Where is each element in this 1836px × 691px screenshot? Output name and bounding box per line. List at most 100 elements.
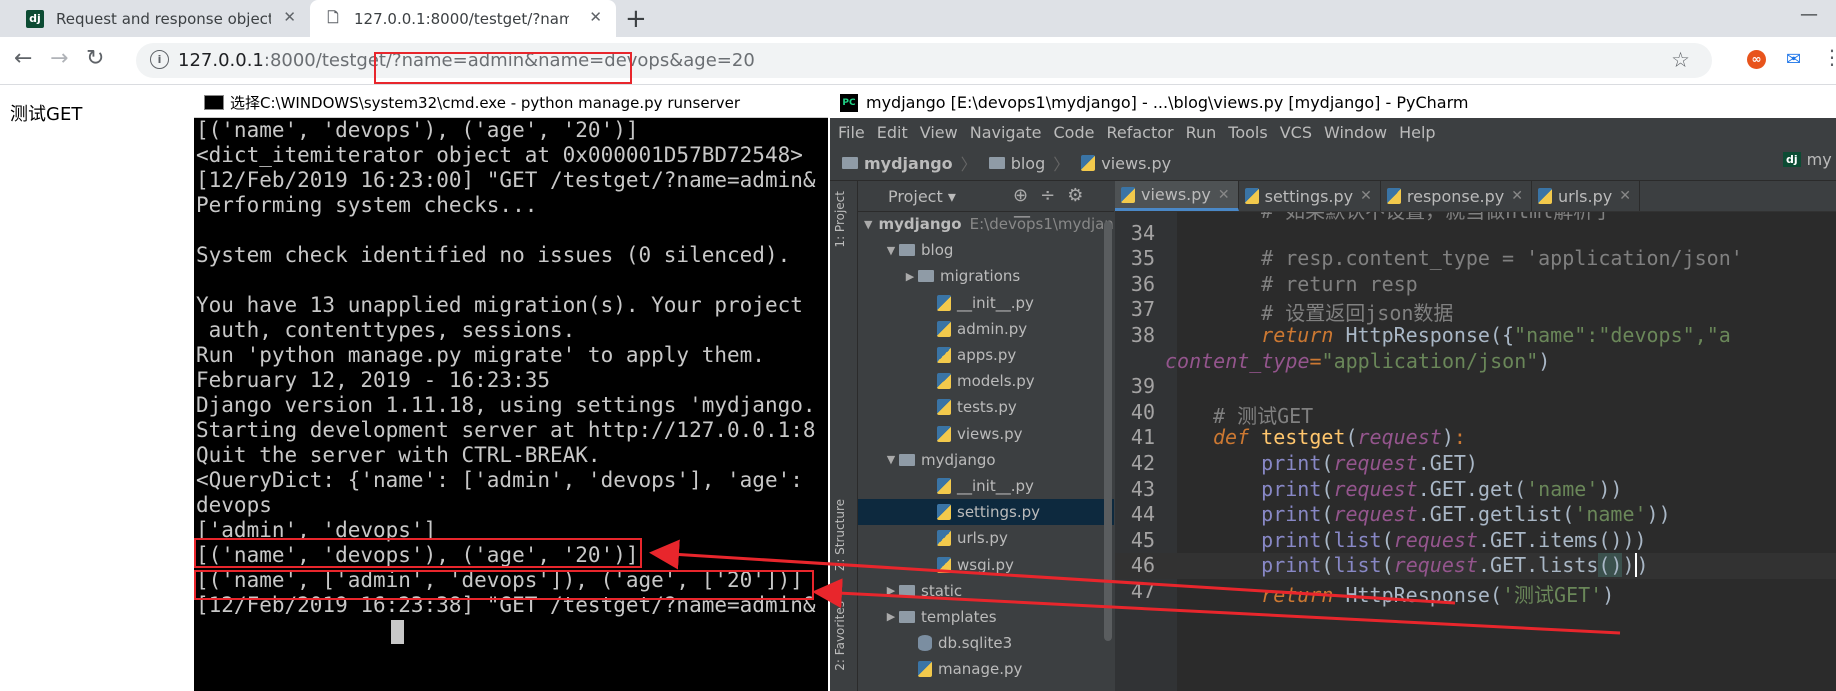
cmd-line: Performing system checks... (196, 193, 538, 217)
collapse-icon[interactable]: ÷ (1040, 185, 1067, 206)
menu-icon[interactable]: ⋮ (1822, 45, 1836, 69)
code-area[interactable]: # 如果默认不设置，就当做html解析了3435 # resp.content_… (1115, 195, 1836, 607)
close-icon[interactable]: ✕ (1360, 188, 1372, 204)
expand-down-icon[interactable]: ▼ (864, 218, 872, 231)
crumb-label: mydjango (864, 153, 953, 173)
menu-help[interactable]: Help (1399, 123, 1435, 142)
tree-item[interactable]: models.py (858, 368, 1114, 394)
tree-item[interactable]: ▶ templates (858, 604, 1114, 630)
project-view-selector[interactable]: Project ▾ (888, 187, 956, 206)
python-file-icon (937, 425, 951, 442)
expand-right-icon[interactable]: ▶ (883, 584, 899, 597)
tree-item[interactable]: wsgi.py (858, 551, 1114, 577)
folder-icon (899, 584, 915, 597)
expand-down-icon[interactable]: ▼ (883, 453, 899, 466)
tree-item[interactable]: settings.py (858, 499, 1114, 526)
tree-item[interactable]: ▼ blog (858, 237, 1114, 263)
menu-run[interactable]: Run (1186, 123, 1217, 142)
side-tab-favorites[interactable]: 2: Favorites (833, 601, 847, 671)
close-icon[interactable]: ✕ (1511, 188, 1523, 204)
close-icon[interactable]: ✕ (283, 8, 296, 26)
tree-item-label: manage.py (938, 660, 1023, 679)
close-icon[interactable]: ✕ (589, 8, 602, 26)
python-file-icon (937, 477, 951, 494)
tree-item[interactable]: views.py (858, 421, 1114, 447)
breadcrumb-blog[interactable]: blog 〉 (988, 151, 1069, 175)
breadcrumb-mydjango[interactable]: mydjango 〉 (842, 151, 977, 175)
database-icon (918, 635, 932, 652)
tree-scrollbar[interactable] (1104, 221, 1112, 641)
tree-item[interactable]: apps.py (858, 342, 1114, 368)
browser-tab-docs[interactable]: dj Request and response objects ✕ (0, 0, 310, 37)
menu-navigate[interactable]: Navigate (970, 123, 1042, 142)
expand-right-icon[interactable]: ▶ (883, 610, 899, 623)
gear-icon[interactable]: ⚙ (1067, 185, 1095, 206)
address-bar[interactable]: i 127.0.0.1:8000/testget/?name=admin&nam… (136, 43, 1712, 78)
items-output-highlight (194, 538, 642, 568)
cmd-line: [('name', 'devops'), ('age', '20')] (196, 118, 639, 142)
info-icon[interactable]: i (150, 50, 169, 69)
tree-item-label: __init__.py (957, 476, 1034, 495)
page-body-text: 测试GET (10, 104, 83, 125)
expand-down-icon[interactable]: ▼ (883, 244, 899, 257)
close-icon[interactable]: ✕ (1619, 188, 1631, 204)
menu-code[interactable]: Code (1054, 123, 1095, 142)
editor-tab[interactable]: views.py ✕ (1115, 181, 1239, 211)
cmd-window: 选择C:\WINDOWS\system32\cmd.exe - python m… (194, 87, 828, 691)
back-icon[interactable]: ← (14, 46, 32, 71)
folder-icon (842, 157, 858, 169)
new-tab-icon[interactable]: + (625, 4, 647, 34)
editor-tab[interactable]: settings.py ✕ (1239, 181, 1381, 211)
tree-item[interactable]: ▶ static (858, 578, 1114, 604)
tree-item[interactable]: __init__.py (858, 290, 1114, 316)
tree-item[interactable]: admin.py (858, 316, 1114, 342)
menu-vcs[interactable]: VCS (1280, 123, 1312, 142)
tree-item[interactable]: __init__.py (858, 473, 1114, 499)
tree-item[interactable]: ▶ migrations (858, 263, 1114, 289)
menu-edit[interactable]: Edit (877, 123, 908, 142)
menu-window[interactable]: Window (1324, 123, 1387, 142)
tree-item[interactable]: manage.py (858, 656, 1114, 682)
side-tab-project[interactable]: 1: Project (833, 191, 847, 248)
tree-item-label: settings.py (957, 503, 1040, 522)
target-icon[interactable]: ⊕ (1013, 185, 1040, 206)
bookmark-star-icon[interactable]: ☆ (1671, 48, 1690, 72)
run-config[interactable]: dj my (1783, 150, 1832, 169)
tree-item-label: models.py (957, 372, 1035, 391)
browser-tab-testget[interactable]: 🗋 127.0.0.1:8000/testget/?name ✕ (310, 0, 616, 37)
django-icon: dj (1783, 152, 1801, 167)
reload-icon[interactable]: ↻ (86, 46, 104, 71)
breadcrumb-views[interactable]: views.py (1081, 154, 1171, 173)
menu-view[interactable]: View (920, 123, 958, 142)
pycharm-titlebar[interactable]: PC mydjango [E:\devops1\mydjango] - ...\… (830, 87, 1836, 118)
cmd-cursor (391, 620, 404, 644)
cmd-title: 选择C:\WINDOWS\system32\cmd.exe - python m… (230, 93, 740, 112)
python-file-icon (1081, 155, 1096, 171)
code-line: 34 (1130, 220, 1155, 245)
python-file-icon (1244, 188, 1259, 204)
editor-tab[interactable]: response.py ✕ (1381, 181, 1532, 211)
python-file-icon (937, 530, 951, 547)
menu-refactor[interactable]: Refactor (1106, 123, 1173, 142)
close-icon[interactable]: ✕ (1218, 187, 1230, 203)
url-host: 127.0.0.1 (178, 50, 264, 71)
forward-icon[interactable]: → (50, 46, 68, 71)
minimize-icon[interactable]: — (1800, 4, 1818, 25)
extension-infinity-icon[interactable]: ∞ (1747, 50, 1766, 69)
code-line: 38 return HttpResponse({"name":"devops",… (1130, 322, 1731, 347)
tree-item-label: urls.py (957, 529, 1008, 548)
menu-file[interactable]: File (838, 123, 865, 142)
side-tab-structure[interactable]: Z: Structure (833, 499, 847, 571)
tree-item-label: admin.py (957, 319, 1028, 338)
expand-right-icon[interactable]: ▶ (902, 270, 918, 283)
tree-item[interactable]: ▼ mydjango E:\devops1\mydjango (858, 211, 1114, 237)
tree-item[interactable]: ▼ mydjango (858, 447, 1114, 473)
editor-tab[interactable]: urls.py ✕ (1532, 181, 1640, 211)
tree-item[interactable]: tests.py (858, 394, 1114, 420)
folder-icon (899, 610, 915, 623)
menu-tools[interactable]: Tools (1228, 123, 1267, 142)
cmd-titlebar[interactable]: 选择C:\WINDOWS\system32\cmd.exe - python m… (194, 87, 828, 118)
extension-mail-icon[interactable]: ✉ (1786, 49, 1801, 70)
tree-item[interactable]: urls.py (858, 525, 1114, 551)
tree-item[interactable]: db.sqlite3 (858, 630, 1114, 656)
